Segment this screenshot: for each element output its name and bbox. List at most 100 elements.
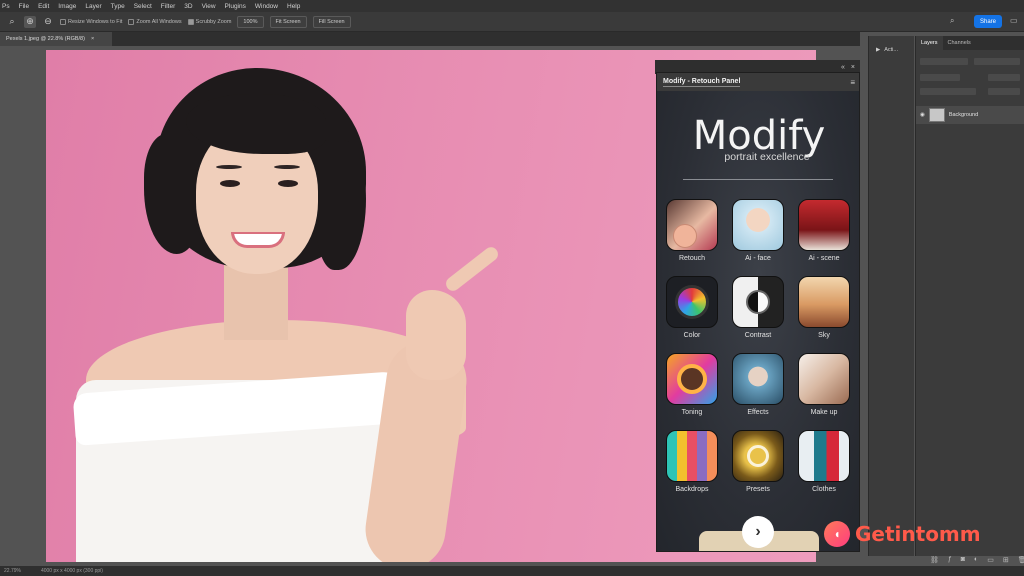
presets-icon [732,430,784,482]
tile-make-up[interactable]: Make up [797,353,851,416]
menu-filter[interactable]: Filter [161,3,175,10]
menu-view[interactable]: View [202,3,216,10]
menu-select[interactable]: Select [134,3,152,10]
menu-edit[interactable]: Edit [38,3,49,10]
tab-channels[interactable]: Channels [943,36,976,50]
tile-label: Make up [810,409,838,416]
close-icon[interactable]: × [851,64,855,71]
photo-pointing-finger [443,244,501,294]
tile-label: Toning [681,409,703,416]
retouch-icon [666,199,718,251]
watermark-text: Getintomm [855,522,981,546]
menu-image[interactable]: Image [58,3,76,10]
menu-bar: Ps File Edit Image Layer Type Select Fil… [0,0,1024,12]
actions-tab[interactable]: ▶ Acti... [868,42,914,58]
trash-icon[interactable]: 🗑 [1018,556,1024,564]
photo-hand [406,290,466,380]
tile-ai-scene[interactable]: Ai - scene [797,199,851,262]
photo-brow-right [274,165,300,169]
layer-name: Background [948,112,979,118]
hamburger-menu-icon[interactable]: ≡ [850,78,855,87]
fill-field[interactable] [988,88,1020,95]
ai-scene-icon [798,199,850,251]
layer-filter-field[interactable] [920,58,968,65]
play-icon: ▶ [876,47,881,53]
tile-toning[interactable]: Toning [665,353,719,416]
document-tab[interactable]: Pexels 1.jpeg @ 22.8% (RGB/8) × [0,32,112,46]
scrubby-zoom-checkbox[interactable]: Scrubby Zoom [187,18,231,25]
menu-ps[interactable]: Ps [2,3,10,10]
mask-icon[interactable]: ◙ [961,556,965,564]
tile-label: Backdrops [675,486,709,493]
status-bar: 22.79% 4000 px x 4000 px (300 ppi) [0,566,1024,576]
menu-file[interactable]: File [19,3,29,10]
resize-windows-checkbox[interactable]: Resize Windows to Fit [60,18,123,25]
make-up-icon [798,353,850,405]
search-icon[interactable]: ⌕ [950,16,960,26]
tile-label: Ai - scene [808,255,840,262]
clothes-icon [798,430,850,482]
tile-backdrops[interactable]: Backdrops [665,430,719,493]
menu-3d[interactable]: 3D [184,3,192,10]
resize-windows-label: Resize Windows to Fit [68,18,123,25]
sky-icon [798,276,850,328]
zoom-100-button[interactable]: 100% [237,15,264,28]
zoom-in-icon[interactable]: ⊕ [24,15,36,28]
zoom-level[interactable]: 22.79% [4,568,21,574]
photo-hair-right [316,140,366,270]
tile-label: Retouch [678,255,706,262]
close-icon[interactable]: × [91,36,94,42]
options-bar: ⌕ ⊕ ⊖ Resize Windows to Fit Zoom All Win… [0,12,1024,32]
tile-ai-face[interactable]: Ai - face [731,199,785,262]
workspace-icon[interactable]: ▭ [1010,16,1020,26]
zoom-out-icon[interactable]: ⊖ [42,16,54,28]
layer-filter-icons[interactable] [974,58,1020,65]
layers-panel-tabs: Layers Channels [916,36,1024,50]
tile-sky[interactable]: Sky [797,276,851,339]
link-icon[interactable]: ⛓ [930,556,939,564]
checkbox-box [128,18,135,25]
tile-clothes[interactable]: Clothes [797,430,851,493]
backdrops-icon [666,430,718,482]
blend-mode-select[interactable] [920,74,960,81]
share-button[interactable]: Share [974,15,1002,28]
modify-retouch-panel: Modify - Retouch Panel ≡ Modify portrait… [656,72,860,552]
folder-icon[interactable]: ▭ [987,556,994,564]
eye-icon[interactable]: ◉ [920,112,925,118]
fx-icon[interactable]: ƒ [948,556,952,564]
menu-layer[interactable]: Layer [85,3,101,10]
layer-row-background[interactable]: ◉ Background [916,106,1024,124]
tile-retouch[interactable]: Retouch [665,199,719,262]
tile-presets[interactable]: Presets [731,430,785,493]
tile-contrast[interactable]: Contrast [731,276,785,339]
modify-panel-body: Modify portrait excellence Retouch Ai - … [657,91,859,551]
fill-screen-button[interactable]: Fill Screen [312,15,351,28]
menu-plugins[interactable]: Plugins [225,3,246,10]
photo-hair-left [144,134,204,254]
zoom-tool-icon[interactable]: ⌕ [6,16,18,28]
tab-layers[interactable]: Layers [916,36,943,50]
photo-mouth [231,232,285,248]
tile-effects[interactable]: Effects [731,353,785,416]
zoom-all-checkbox[interactable]: Zoom All Windows [128,18,182,25]
menu-type[interactable]: Type [111,3,125,10]
tile-label: Clothes [812,486,836,493]
modify-title-bar: Modify - Retouch Panel ≡ [657,73,859,91]
opacity-field[interactable] [988,74,1020,81]
tile-color[interactable]: Color [665,276,719,339]
menu-window[interactable]: Window [255,3,278,10]
adjustment-icon[interactable]: ◐ [974,556,978,564]
lock-icons[interactable] [920,88,976,95]
tile-label: Color [683,332,701,339]
document-tab-strip [0,32,860,46]
tile-label: Effects [747,409,769,416]
watermark-logo-icon: ◖ [824,521,850,547]
layers-bottom-toolbar: ⛓ ƒ ◙ ◐ ▭ ⊞ 🗑 [930,556,1024,564]
menu-help[interactable]: Help [287,3,300,10]
logo-divider [683,179,833,180]
modify-panel-title[interactable]: Modify - Retouch Panel [663,78,741,87]
new-layer-icon[interactable]: ⊞ [1003,556,1009,564]
fit-screen-button[interactable]: Fit Screen [269,15,307,28]
collapse-icon[interactable]: « [841,64,845,71]
next-page-button[interactable]: › [742,516,774,548]
